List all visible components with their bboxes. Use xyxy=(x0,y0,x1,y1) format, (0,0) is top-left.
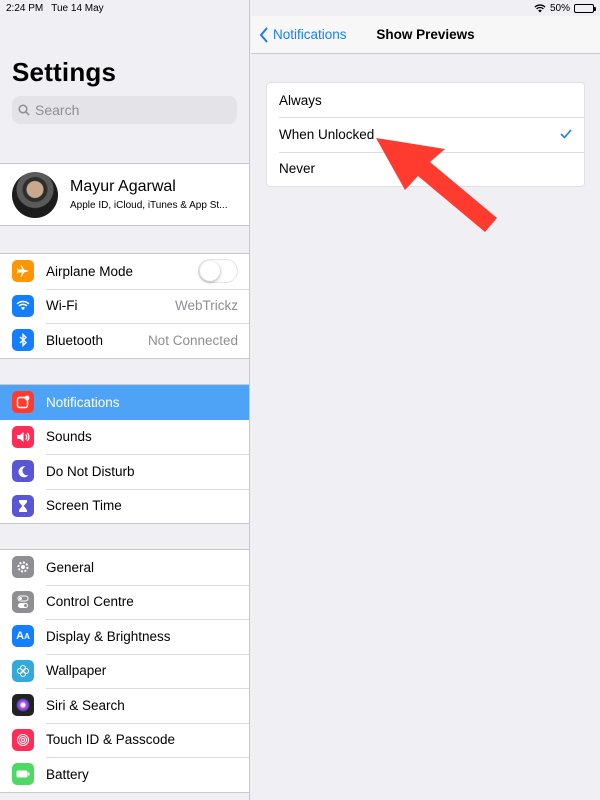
show-previews-options: Always When Unlocked Never xyxy=(266,82,585,187)
sidebar-item-label: Display & Brightness xyxy=(46,628,171,644)
sidebar-item-label: Battery xyxy=(46,766,89,782)
option-label: Never xyxy=(279,161,316,177)
airplane-mode-toggle[interactable] xyxy=(198,259,238,284)
detail-pane: Notifications Show Previews Always When … xyxy=(251,0,600,800)
sidebar-item-label: General xyxy=(46,559,95,575)
bluetooth-value: Not Connected xyxy=(147,332,238,348)
notifications-group: Notifications Sounds Do Not Disturb Scre… xyxy=(0,384,249,524)
sidebar-item-touch-id-passcode[interactable]: Touch ID & Passcode xyxy=(0,722,249,758)
sidebar-item-label: Do Not Disturb xyxy=(46,463,135,479)
option-when-unlocked[interactable]: When Unlocked xyxy=(267,117,584,151)
sidebar-item-notifications[interactable]: Notifications xyxy=(0,385,249,420)
option-always[interactable]: Always xyxy=(267,83,584,117)
sidebar-item-battery[interactable]: Battery xyxy=(0,757,249,792)
checkmark-icon xyxy=(560,129,572,140)
bluetooth-icon xyxy=(12,329,34,352)
connectivity-group: Airplane Mode Wi-Fi WebTrickz Bluetooth … xyxy=(0,253,249,359)
profile-name: Mayur Agarwal xyxy=(70,178,176,195)
aa-icon: AA xyxy=(12,625,34,648)
option-label: When Unlocked xyxy=(279,126,375,142)
sidebar-item-sounds[interactable]: Sounds xyxy=(0,420,249,455)
gear-icon xyxy=(12,556,34,579)
sidebar-item-label: Notifications xyxy=(46,394,120,410)
sidebar-item-label: Wi-Fi xyxy=(46,298,78,314)
wifi-value: WebTrickz xyxy=(174,298,238,314)
fingerprint-icon xyxy=(12,728,34,751)
wifi-status-icon xyxy=(534,3,546,12)
sidebar-item-wallpaper[interactable]: Wallpaper xyxy=(0,653,249,689)
flower-icon xyxy=(12,659,34,682)
option-never[interactable]: Never xyxy=(267,151,584,186)
sidebar-item-label: Sounds xyxy=(46,429,92,445)
status-time: 2:24 PM xyxy=(6,2,44,14)
sidebar-item-do-not-disturb[interactable]: Do Not Disturb xyxy=(0,454,249,489)
sidebar-item-screen-time[interactable]: Screen Time xyxy=(0,488,249,524)
profile-subtitle: Apple ID, iCloud, iTunes & App St... xyxy=(70,200,228,211)
sidebar-item-general[interactable]: General xyxy=(0,550,249,585)
sidebar-item-airplane-mode[interactable]: Airplane Mode xyxy=(0,254,249,289)
sidebar-item-label: Bluetooth xyxy=(46,332,104,348)
chevron-left-icon xyxy=(259,26,268,43)
battery-status-icon xyxy=(574,3,596,13)
profile-row[interactable]: Mayur Agarwal Apple ID, iCloud, iTunes &… xyxy=(0,163,249,226)
battery-percent: 50% xyxy=(549,2,570,14)
speaker-icon xyxy=(12,425,34,448)
sidebar-item-siri-search[interactable]: Siri & Search xyxy=(0,688,249,723)
avatar xyxy=(12,171,58,218)
sidebar-item-label: Wallpaper xyxy=(46,663,107,679)
sidebar-item-label: Airplane Mode xyxy=(46,263,134,279)
wifi-icon xyxy=(12,294,34,317)
sidebar-item-label: Touch ID & Passcode xyxy=(46,732,176,748)
notifications-icon xyxy=(12,391,34,414)
sidebar-item-bluetooth[interactable]: Bluetooth Not Connected xyxy=(0,323,249,358)
toggles-icon xyxy=(12,590,34,613)
sidebar-item-label: Screen Time xyxy=(46,498,122,514)
status-date: Tue 14 May xyxy=(51,2,104,14)
general-group: General Control Centre AA Display & Brig… xyxy=(0,549,249,793)
siri-icon xyxy=(12,694,34,717)
nav-bar: Notifications Show Previews xyxy=(251,16,600,54)
search-placeholder: Search xyxy=(35,102,80,118)
search-field[interactable]: Search xyxy=(12,96,237,124)
sidebar: Settings Search Mayur Agarwal Apple ID, … xyxy=(0,0,250,800)
back-button[interactable]: Notifications xyxy=(259,26,347,43)
airplane-icon xyxy=(12,260,34,283)
sidebar-item-control-centre[interactable]: Control Centre xyxy=(0,584,249,620)
sidebar-item-display-brightness[interactable]: AA Display & Brightness xyxy=(0,619,249,654)
sidebar-item-label: Control Centre xyxy=(46,594,134,610)
status-bar: 2:24 PM Tue 14 May 50% xyxy=(0,0,600,16)
search-icon xyxy=(18,104,30,116)
hourglass-icon xyxy=(12,494,34,517)
sidebar-title: Settings xyxy=(12,57,117,87)
sidebar-item-label: Siri & Search xyxy=(46,697,125,713)
battery-icon xyxy=(12,763,34,786)
option-label: Always xyxy=(279,92,322,108)
moon-icon xyxy=(12,460,34,483)
sidebar-item-wifi[interactable]: Wi-Fi WebTrickz xyxy=(0,288,249,324)
back-label: Notifications xyxy=(273,27,347,42)
